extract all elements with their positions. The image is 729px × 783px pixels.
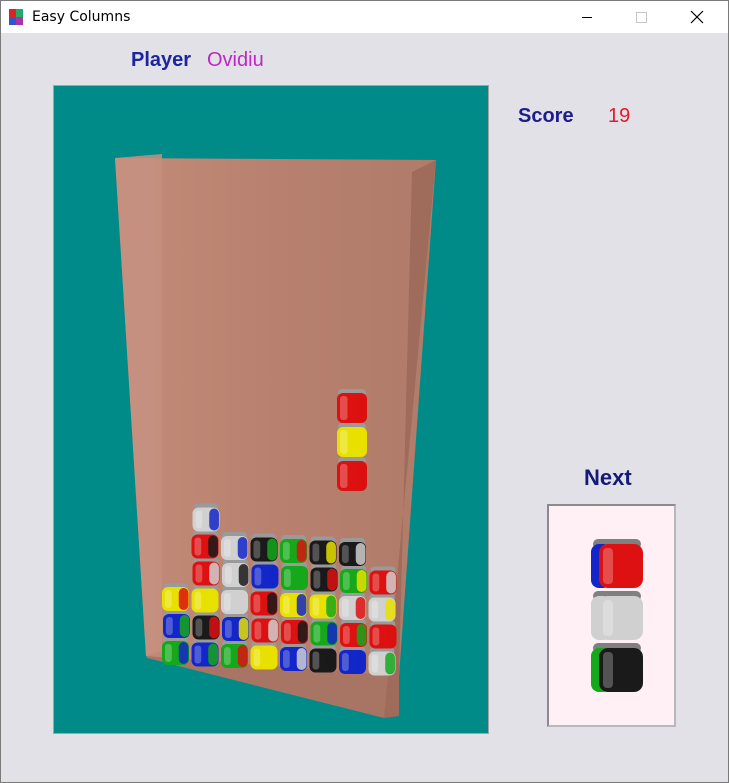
falling-piece [337,389,367,491]
block [310,563,338,592]
next-block [591,539,643,588]
block [191,638,219,667]
minimize-icon [582,17,592,18]
block [221,640,248,668]
block [162,637,189,665]
block [309,536,337,565]
close-button[interactable] [674,1,720,33]
minimize-button[interactable] [564,1,610,33]
maximize-icon [636,12,647,23]
block [222,613,249,641]
block [250,587,278,616]
next-label: Next [584,465,632,490]
close-icon [690,10,704,24]
block [250,641,278,670]
block [221,586,248,614]
next-piece-preview [547,504,676,727]
block [337,389,367,423]
block [280,643,307,671]
block [221,532,248,560]
block [337,423,367,457]
next-block [591,643,643,692]
block [368,647,396,676]
block [251,560,279,589]
block [250,533,278,562]
block [339,592,366,620]
block [251,614,279,643]
next-piece-view [591,539,643,692]
block [192,611,220,640]
app-window: Easy Columns Player Ovidiu Score 19 Next [0,0,729,783]
block [192,503,220,532]
block [281,616,308,644]
block [280,535,307,563]
block [281,562,308,590]
maximize-button[interactable] [618,1,664,33]
player-name: Ovidiu [207,49,264,71]
block [368,593,396,622]
block [309,644,337,673]
title-bar[interactable]: Easy Columns [1,1,728,33]
block [222,559,249,587]
next-block [591,591,643,640]
block [310,617,338,646]
block [339,646,366,674]
score-label: Score [518,105,574,127]
game-board-3d-view [115,154,436,718]
block [162,583,189,611]
block [337,457,367,491]
block [340,619,367,647]
block [369,620,397,649]
game-app-icon [9,9,23,25]
block [163,610,190,638]
block [191,530,219,559]
well-left-wall [115,154,162,656]
player-label: Player [131,49,192,71]
score-value: 19 [608,105,631,127]
next-piece [591,539,643,692]
block [309,590,337,619]
block [339,538,366,566]
block [280,589,307,617]
block [191,584,219,613]
game-board[interactable] [53,85,489,734]
block [192,557,220,586]
window-title: Easy Columns [32,9,131,25]
block [369,566,397,595]
block [340,565,367,593]
